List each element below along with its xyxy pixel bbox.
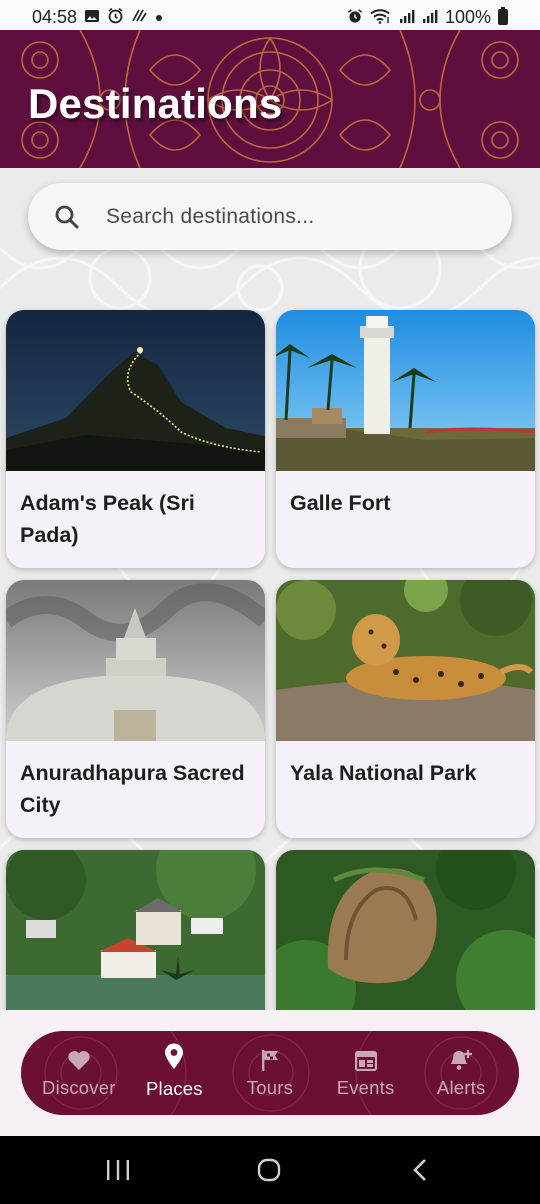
destination-card-yala[interactable]: Yala National Park [276, 580, 535, 838]
content-area: Adam's Peak (Sri Pada) Galle Fort [0, 168, 540, 1010]
page-title: Destinations [28, 80, 283, 127]
bottom-nav-area: Discover Places Tours Events Alerts [0, 1010, 540, 1136]
destination-card-adams-peak[interactable]: Adam's Peak (Sri Pada) [6, 310, 265, 568]
bell-plus-icon [449, 1047, 473, 1071]
nav-events[interactable]: Events [320, 1031, 412, 1115]
nav-label: Places [146, 1078, 203, 1099]
recent-apps-icon[interactable] [105, 1158, 131, 1187]
home-icon[interactable] [257, 1158, 281, 1187]
status-time: 04:58 [32, 6, 78, 27]
system-nav-bar [0, 1136, 540, 1204]
gallery-icon [84, 8, 100, 27]
signal-1-icon [399, 8, 415, 27]
notification-dot-icon [155, 10, 163, 25]
destination-card-anuradhapura[interactable]: Anuradhapura Sacred City [6, 580, 265, 838]
back-icon[interactable] [410, 1158, 430, 1187]
data-saver-icon [131, 8, 148, 26]
battery-percentage: 100% [444, 6, 491, 27]
nav-label: Discover [42, 1077, 116, 1098]
kandy-photo [6, 850, 265, 1010]
nav-label: Alerts [436, 1077, 486, 1098]
destination-title: Adam's Peak (Sri Pada) [20, 491, 195, 547]
yala-photo [276, 580, 535, 741]
galle-fort-photo [276, 310, 535, 471]
destination-card-galle-fort[interactable]: Galle Fort [276, 310, 535, 568]
heart-icon [67, 1047, 91, 1071]
signal-2-icon [422, 8, 438, 27]
search-bar[interactable] [28, 183, 512, 250]
flag-icon [260, 1047, 280, 1071]
alarm-icon [107, 7, 124, 27]
app-header: Destinations [0, 30, 540, 168]
adams-peak-photo [6, 310, 265, 471]
search-input[interactable] [106, 204, 486, 229]
calendar-icon [354, 1047, 377, 1071]
nav-label: Events [336, 1077, 395, 1098]
alarm-clock-icon [347, 8, 363, 27]
location-pin-icon [164, 1043, 184, 1070]
bottom-nav: Discover Places Tours Events Alerts [21, 1031, 519, 1115]
destination-card-kandy[interactable] [6, 850, 265, 1010]
destination-title: Galle Fort [290, 491, 391, 515]
nav-tours[interactable]: Tours [224, 1031, 316, 1115]
destination-title: Yala National Park [290, 761, 477, 785]
nav-alerts[interactable]: Alerts [415, 1031, 507, 1115]
sigiriya-photo [276, 850, 535, 1010]
anuradhapura-photo [6, 580, 265, 741]
wifi-icon [370, 8, 392, 27]
nav-places[interactable]: Places [128, 1031, 220, 1115]
nav-discover[interactable]: Discover [33, 1031, 125, 1115]
nav-label: Tours [246, 1077, 294, 1098]
destination-title: Anuradhapura Sacred City [20, 761, 245, 817]
battery-icon [498, 7, 508, 25]
status-bar: 04:58 100% [0, 0, 540, 34]
search-icon [54, 204, 80, 230]
destination-card-sigiriya[interactable] [276, 850, 535, 1010]
